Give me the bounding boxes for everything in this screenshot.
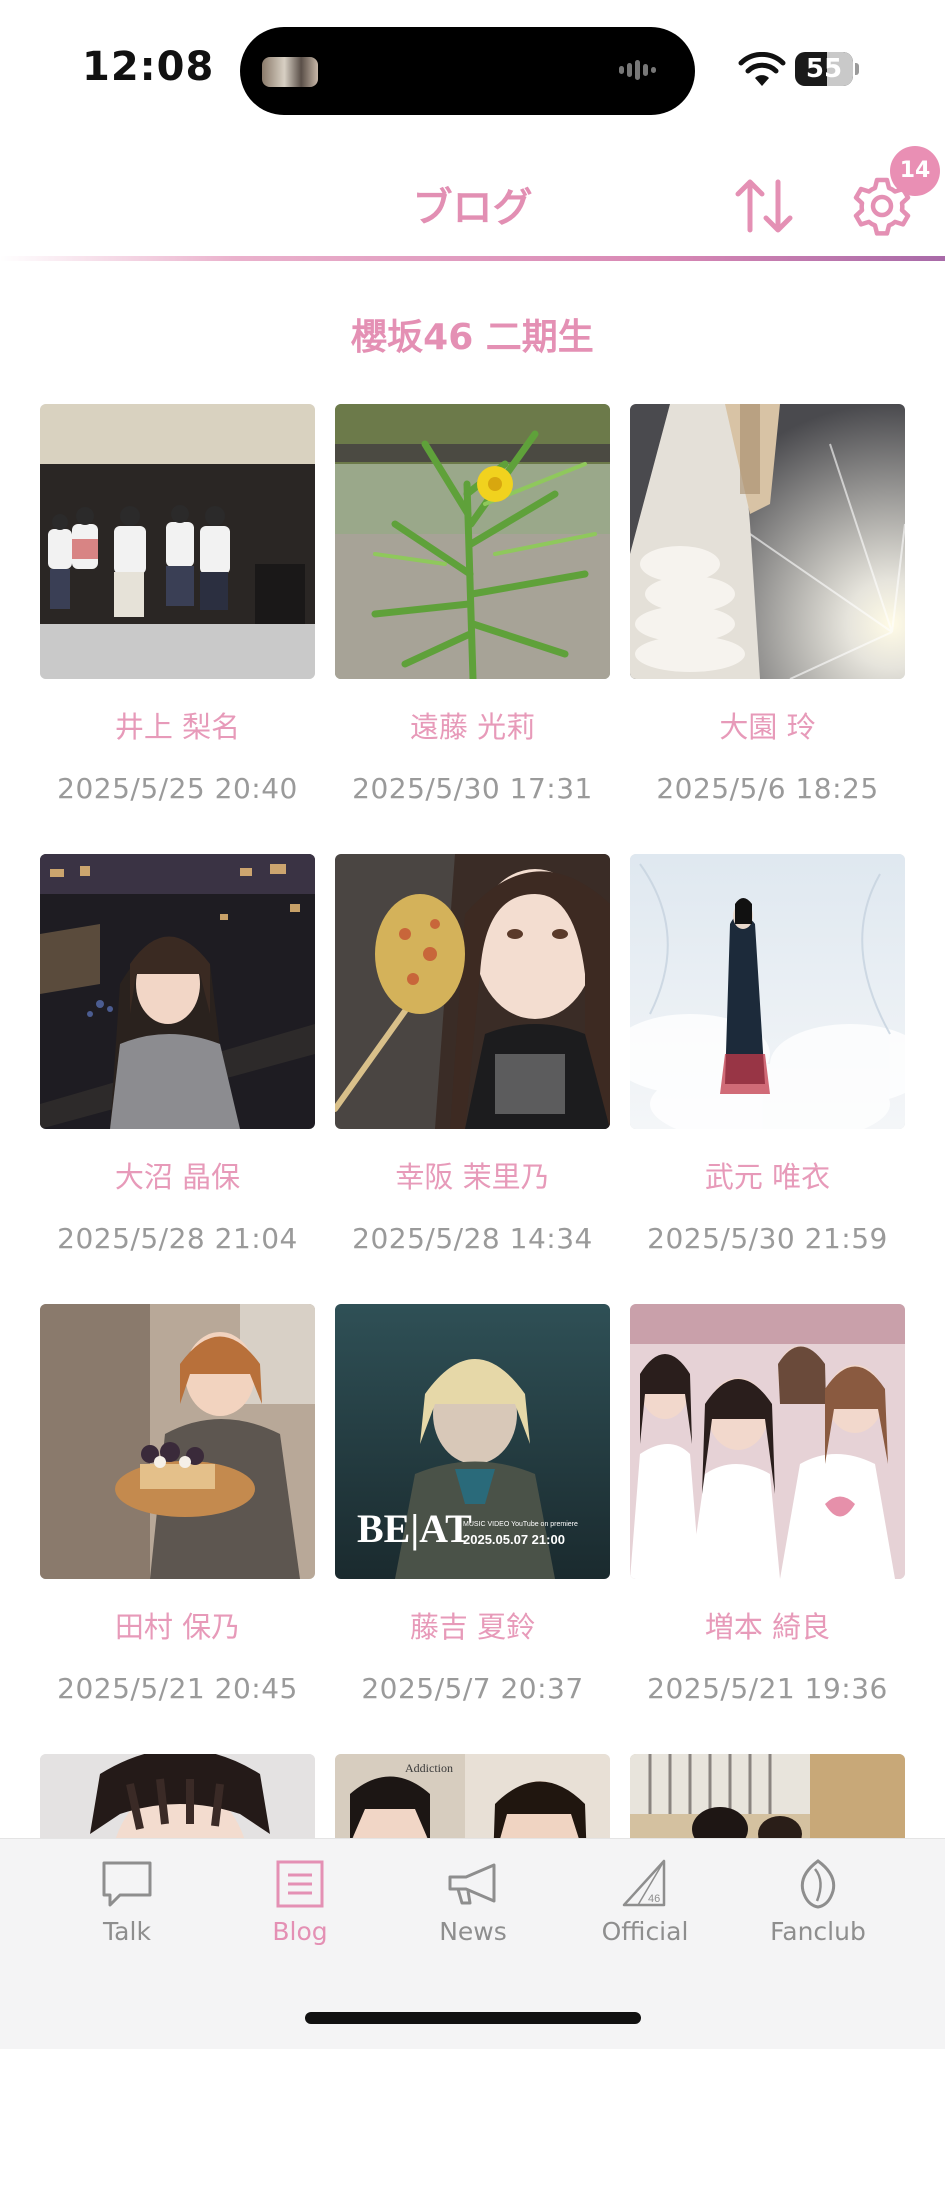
leaf-icon	[800, 1859, 836, 1909]
now-playing-thumbnail	[262, 57, 318, 87]
tab-official[interactable]: 46 Official	[570, 1857, 720, 1967]
blog-card[interactable]: 田村 保乃 2025/5/21 20:45	[40, 1304, 315, 1754]
triangle-46-icon: 46	[622, 1859, 666, 1907]
member-name: 井上 梨名	[114, 710, 241, 744]
tab-fanclub[interactable]: Fanclub	[743, 1857, 893, 1967]
blog-card[interactable]: 武元 唯衣 2025/5/30 21:59	[630, 854, 905, 1304]
document-icon	[276, 1860, 324, 1908]
tab-label: Blog	[272, 1917, 328, 1946]
beat-caption: MUSIC VIDEO YouTube on premiere	[463, 1521, 578, 1528]
blog-card[interactable]: 井上 梨名 2025/5/25 20:40	[40, 404, 315, 854]
post-date: 2025/5/21 19:36	[647, 1672, 888, 1705]
tab-label: News	[439, 1917, 507, 1946]
tab-label: Talk	[103, 1917, 151, 1946]
blog-card[interactable]: 遠藤 光莉 2025/5/30 17:31	[335, 404, 610, 854]
member-name: 藤吉 夏鈴	[409, 1610, 536, 1644]
blog-thumbnail[interactable]	[630, 854, 905, 1129]
blog-thumbnail[interactable]	[630, 404, 905, 679]
blog-card[interactable]: 幸阪 茉里乃 2025/5/28 14:34	[335, 854, 610, 1304]
section-title: 櫻坂46 二期生	[351, 317, 594, 358]
member-name: 田村 保乃	[114, 1610, 241, 1644]
home-indicator	[305, 2012, 641, 2024]
post-date: 2025/5/30 17:31	[352, 772, 593, 805]
battery-cap	[855, 63, 859, 75]
post-date: 2025/5/30 21:59	[647, 1222, 888, 1255]
header-divider	[0, 256, 945, 261]
page-title: ブログ	[412, 185, 533, 231]
post-date: 2025/5/28 14:34	[352, 1222, 593, 1255]
member-name: 大沼 晶保	[114, 1160, 241, 1194]
dynamic-island	[240, 27, 695, 115]
wifi-icon	[738, 52, 786, 86]
chat-bubble-icon	[102, 1861, 152, 1907]
blog-thumbnail[interactable]	[40, 404, 315, 679]
tab-blog[interactable]: Blog	[225, 1857, 375, 1967]
beat-datetime: 2025.05.07 21:00	[463, 1532, 565, 1547]
tab-label: Fanclub	[770, 1917, 866, 1946]
post-date: 2025/5/21 20:45	[57, 1672, 298, 1705]
status-time: 12:08	[82, 44, 215, 90]
notification-badge: 14	[890, 146, 940, 196]
blog-thumbnail[interactable]	[40, 854, 315, 1129]
battery-level: 55	[805, 54, 843, 84]
audio-waveform-icon	[619, 59, 673, 85]
megaphone-icon	[448, 1863, 496, 1905]
post-date: 2025/5/25 20:40	[57, 772, 298, 805]
status-bar: 12:08 55	[0, 0, 945, 130]
blog-card[interactable]: BE|AT MUSIC VIDEO YouTube on premiere 20…	[335, 1304, 610, 1754]
post-date: 2025/5/7 20:37	[361, 1672, 584, 1705]
tab-label: Official	[601, 1917, 689, 1946]
blog-card[interactable]: 大沼 晶保 2025/5/28 21:04	[40, 854, 315, 1304]
post-date: 2025/5/28 21:04	[57, 1222, 298, 1255]
post-date: 2025/5/6 18:25	[656, 772, 879, 805]
blog-thumbnail[interactable]	[335, 854, 610, 1129]
battery-indicator: 55	[795, 52, 853, 86]
member-name: 遠藤 光莉	[409, 710, 536, 744]
member-name: 幸阪 茉里乃	[395, 1160, 550, 1194]
beat-logo: BE|AT	[357, 1506, 472, 1551]
tab-talk[interactable]: Talk	[52, 1857, 202, 1967]
member-name: 武元 唯衣	[704, 1160, 831, 1194]
tab-news[interactable]: News	[398, 1857, 548, 1967]
header: ブログ 14	[0, 130, 945, 262]
blog-card[interactable]: 増本 綺良 2025/5/21 19:36	[630, 1304, 905, 1754]
member-name: 増本 綺良	[704, 1610, 831, 1644]
blog-thumbnail[interactable]	[335, 404, 610, 679]
blog-card[interactable]: 大園 玲 2025/5/6 18:25	[630, 404, 905, 854]
blog-thumbnail[interactable]	[40, 1304, 315, 1579]
blog-thumbnail[interactable]: BE|AT MUSIC VIDEO YouTube on premiere 20…	[335, 1304, 610, 1579]
magazine-title: Addiction	[405, 1761, 453, 1775]
svg-text:46: 46	[648, 1893, 660, 1905]
blog-thumbnail[interactable]	[630, 1304, 905, 1579]
member-name: 大園 玲	[719, 710, 816, 744]
sort-button[interactable]	[730, 172, 798, 240]
